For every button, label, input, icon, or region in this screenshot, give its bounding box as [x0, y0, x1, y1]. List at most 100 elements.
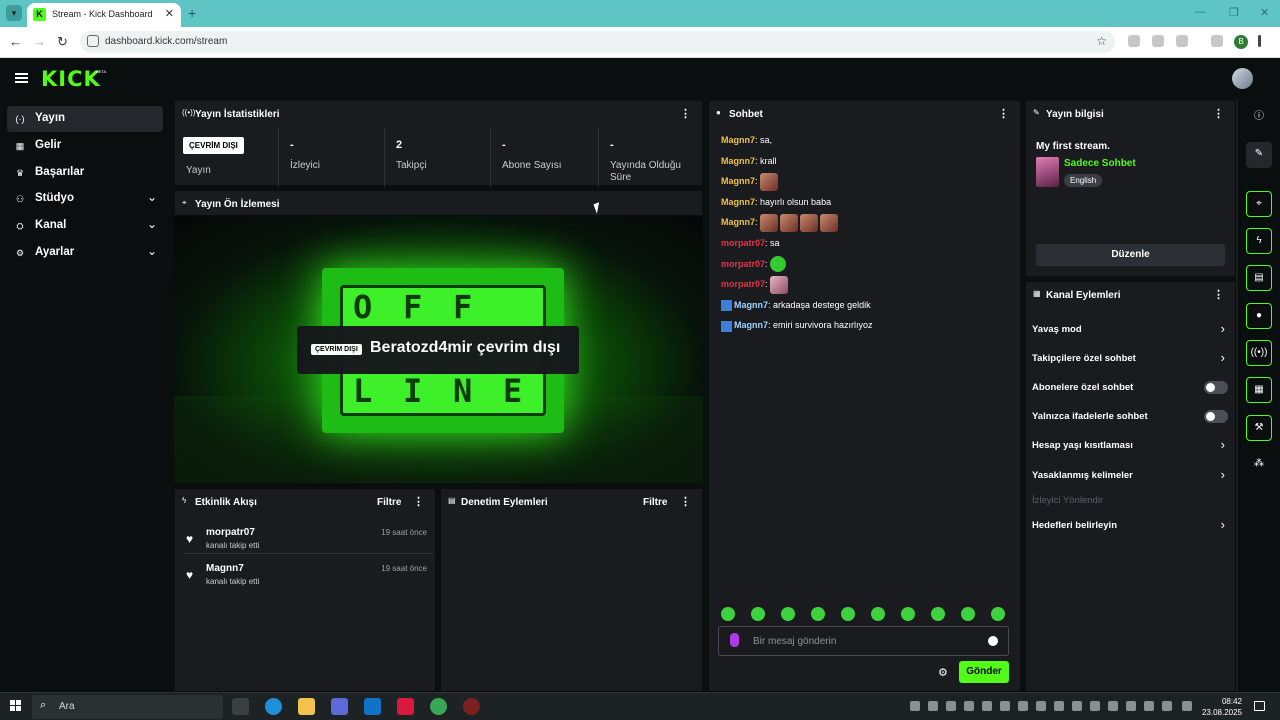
filter-button[interactable]: Filtre [377, 497, 401, 508]
chevron-down-icon[interactable]: ⌄ [147, 190, 157, 204]
emote-button[interactable] [781, 607, 795, 621]
edge-browser-icon[interactable] [265, 698, 282, 715]
minimize-icon[interactable]: — [1195, 6, 1206, 18]
outlook-icon[interactable] [364, 698, 381, 715]
chat-username[interactable]: Magnn7 [721, 176, 755, 186]
new-tab-button[interactable]: + [188, 5, 196, 21]
site-info-icon[interactable] [87, 35, 99, 47]
system-clock[interactable]: 08:42 23.08.2025 [1200, 696, 1242, 718]
send-button[interactable]: Gönder [959, 661, 1009, 683]
edit-button[interactable]: Düzenle [1036, 244, 1225, 266]
extensions-puzzle-icon[interactable] [1176, 35, 1188, 47]
chevron-right-icon[interactable]: › [1221, 350, 1225, 365]
chat-username[interactable]: Magnn7 [734, 320, 768, 330]
more-options-icon[interactable]: ⋮ [1213, 288, 1224, 301]
tray-icon[interactable] [1090, 701, 1100, 711]
browser-menu-icon[interactable] [1258, 35, 1261, 47]
extension-shield-icon[interactable] [1128, 35, 1140, 47]
sidebar-item[interactable]: ⚇ Stüdyo ⌄ [7, 186, 163, 212]
chat-username[interactable]: Magnn7 [721, 217, 755, 227]
chrome-icon[interactable] [430, 698, 447, 715]
extension-camera-icon[interactable] [1152, 35, 1164, 47]
user-avatar[interactable] [1232, 68, 1253, 89]
store-icon[interactable] [331, 698, 348, 715]
kick-logo[interactable]: KICK [41, 67, 101, 91]
info-icon[interactable]: ⓘ [1246, 105, 1272, 131]
emote-button[interactable] [751, 607, 765, 621]
wrench-icon[interactable]: ⚒ [1246, 415, 1272, 441]
more-options-icon[interactable]: ⋮ [680, 495, 691, 508]
chat-username[interactable]: morpatr07 [721, 238, 765, 248]
channel-action-item[interactable]: Yalnızca ifadelerle sohbet [1032, 407, 1228, 427]
toggle-switch[interactable] [1204, 410, 1228, 423]
chat-bubble-icon[interactable]: ● [1246, 303, 1272, 329]
sidebar-item[interactable]: (·) Yayın [7, 106, 163, 132]
emote-button[interactable] [901, 607, 915, 621]
layout-icon[interactable]: ⁂ [1246, 452, 1272, 478]
media-control-icon[interactable] [1211, 35, 1223, 47]
emote-button[interactable] [871, 607, 885, 621]
sidebar-item[interactable]: ♛ Başarılar [7, 160, 163, 186]
maximize-icon[interactable]: ❐ [1229, 6, 1239, 19]
clip-icon[interactable]: ⌖ [1246, 191, 1272, 217]
close-window-icon[interactable]: ✕ [1260, 6, 1269, 19]
tray-icon[interactable] [1018, 701, 1028, 711]
tray-icon[interactable] [982, 701, 992, 711]
stream-preview-video[interactable]: O F F L I N E ÇEVRİM DIŞI Beratozd4mir ç… [174, 216, 703, 483]
browser-tab[interactable]: K Stream - Kick Dashboard ✕ [27, 3, 181, 27]
channel-action-item[interactable]: Hedefleri belirleyin › [1032, 516, 1228, 536]
microphone-icon[interactable] [730, 633, 739, 647]
emote-button[interactable] [811, 607, 825, 621]
more-options-icon[interactable]: ⋮ [1213, 107, 1224, 120]
tray-icon[interactable] [1054, 701, 1064, 711]
lightning-icon[interactable]: ϟ [1246, 228, 1272, 254]
pencil-icon[interactable]: ✎ [1246, 142, 1272, 168]
tray-icon[interactable] [1000, 701, 1010, 711]
chat-username[interactable]: Magnn7 [721, 197, 755, 207]
chat-username[interactable]: Magnn7 [721, 135, 755, 145]
channel-action-item[interactable]: Hesap yaşı kısıtlaması › [1032, 436, 1228, 456]
more-options-icon[interactable]: ⋮ [998, 107, 1009, 120]
channel-action-item[interactable]: Yavaş mod › [1032, 320, 1228, 340]
chat-username[interactable]: Magnn7 [734, 300, 768, 310]
tray-icon[interactable] [1036, 701, 1046, 711]
windows-start-icon[interactable] [10, 700, 22, 712]
task-view-icon[interactable] [232, 698, 249, 715]
chat-username[interactable]: morpatr07 [721, 279, 765, 289]
hamburger-menu-icon[interactable] [15, 73, 28, 83]
address-bar[interactable]: dashboard.kick.com/stream ☆ [80, 31, 1115, 53]
chat-message-input[interactable]: Bir mesaj gönderin [718, 626, 1009, 656]
pen-icon[interactable] [1182, 701, 1192, 711]
bookmark-star-icon[interactable]: ☆ [1096, 34, 1107, 48]
file-explorer-icon[interactable] [298, 698, 315, 715]
more-options-icon[interactable]: ⋮ [413, 495, 424, 508]
toggle-switch[interactable] [1204, 381, 1228, 394]
sidebar-item[interactable]: ▦ Gelir [7, 133, 163, 159]
notification-icon[interactable] [1254, 701, 1265, 711]
emote-button[interactable] [961, 607, 975, 621]
emote-button[interactable] [931, 607, 945, 621]
taskbar-search[interactable]: ⌕ Ara [32, 695, 223, 719]
sidebar-item[interactable]: ⚙ Ayarlar ⌄ [7, 240, 163, 266]
broadcast-icon[interactable]: ((•)) [1246, 340, 1272, 366]
tab-search-button[interactable]: ▾ [6, 5, 22, 21]
chevron-right-icon[interactable]: › [1221, 437, 1225, 452]
forward-icon[interactable]: → [33, 34, 46, 49]
emoji-picker-icon[interactable] [988, 636, 998, 646]
chevron-right-icon[interactable]: › [1221, 467, 1225, 482]
stream-category[interactable]: Sadece Sohbet [1064, 158, 1136, 169]
chat-username[interactable]: morpatr07 [721, 259, 765, 269]
chevron-right-icon[interactable]: › [1221, 321, 1225, 336]
more-options-icon[interactable]: ⋮ [680, 107, 691, 120]
chevron-down-icon[interactable]: ⌄ [147, 244, 157, 258]
valorant-icon[interactable] [397, 698, 414, 715]
tray-icon[interactable] [1126, 701, 1136, 711]
channel-action-item[interactable]: Yasaklanmış kelimeler › [1032, 466, 1228, 486]
emote-button[interactable] [721, 607, 735, 621]
emote-button[interactable] [991, 607, 1005, 621]
chevron-right-icon[interactable]: › [1221, 517, 1225, 532]
browser-profile-avatar[interactable]: B [1234, 35, 1248, 49]
filter-button[interactable]: Filtre [643, 497, 667, 508]
chevron-down-icon[interactable]: ⌄ [147, 217, 157, 231]
volume-icon[interactable] [1162, 701, 1172, 711]
